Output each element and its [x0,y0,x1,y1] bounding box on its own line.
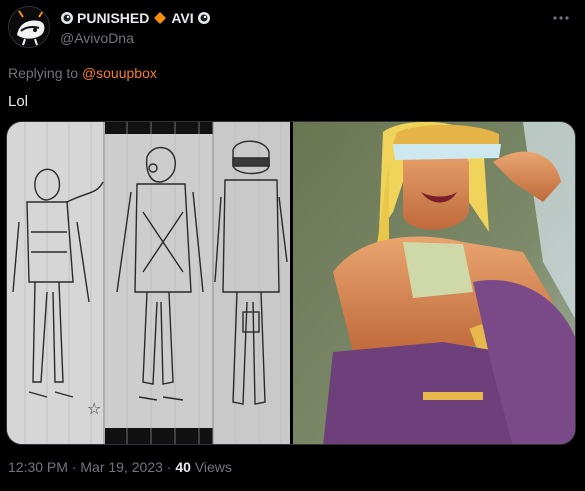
author-display-name[interactable]: PUNISHED AVI [60,9,211,27]
replying-prefix: Replying to [8,65,79,81]
replying-to: Replying to @souupbox [8,64,157,82]
pencil-sketch-image[interactable]: ☆ [7,122,290,444]
more-options-button[interactable] [549,6,573,30]
orange-diamond-icon [154,12,167,24]
painted-illustration-image[interactable] [293,122,575,444]
author-name-part1: PUNISHED [77,10,150,26]
meta-separator: · [71,459,77,475]
author-handle[interactable]: @AvivoDna [60,29,134,47]
svg-text:☆: ☆ [87,399,101,418]
avatar[interactable] [8,6,50,48]
eye-icon [61,12,73,24]
tweet-text: Lol [8,93,29,110]
tweet-meta: 12:30 PM · Mar 19, 2023 · 40 Views [8,458,232,476]
tweet-time: 12:30 PM [8,459,68,475]
meta-separator: · [166,459,172,475]
views-label: Views [194,459,232,475]
tweet-date: Mar 19, 2023 [80,459,163,475]
more-horizontal-icon [553,16,569,20]
author-name-part2: AVI [171,10,194,26]
tweet-time-link[interactable]: 12:30 PM · Mar 19, 2023 [8,459,167,475]
eye-icon [197,12,210,24]
media-container[interactable]: ☆ [6,121,576,445]
avatar-icon [9,7,49,47]
reply-mention-link[interactable]: @souupbox [82,65,157,81]
views-count: 40 [175,459,191,475]
